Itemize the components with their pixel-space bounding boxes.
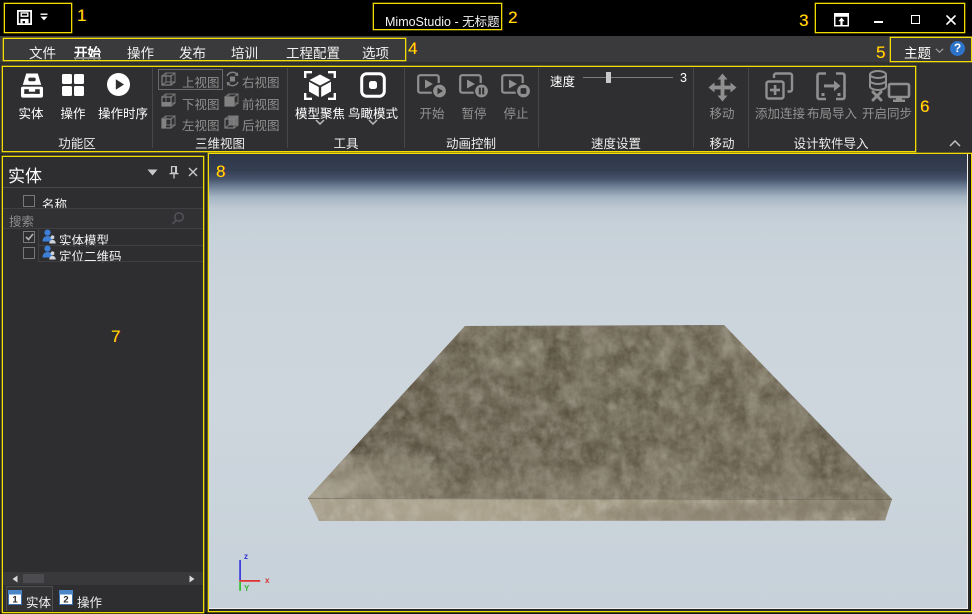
svg-text:z: z bbox=[244, 552, 248, 561]
svg-text:Y: Y bbox=[244, 584, 250, 593]
svg-text:2: 2 bbox=[63, 595, 68, 606]
svg-text:x: x bbox=[265, 576, 270, 585]
svg-text:1: 1 bbox=[12, 595, 18, 606]
